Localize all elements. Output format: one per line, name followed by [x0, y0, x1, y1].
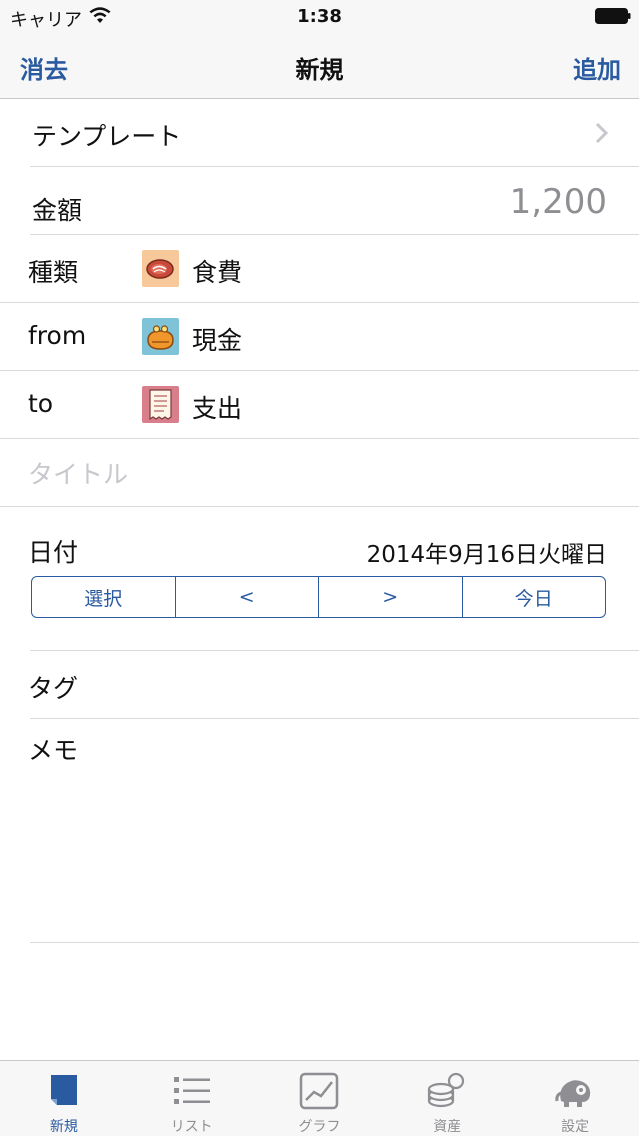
template-label: テンプレート — [32, 122, 182, 151]
receipt-icon — [142, 386, 179, 423]
to-label: to — [28, 389, 54, 418]
coins-icon — [428, 1072, 465, 1108]
date-row: 日付 2014年9月16日火曜日 — [0, 525, 639, 571]
coin-purse-icon — [142, 318, 179, 355]
date-label: 日付 — [28, 538, 79, 567]
date-segmented-control: 選択 < > 今日 — [31, 576, 606, 618]
tag-label: タグ — [28, 674, 79, 703]
tab-label: リスト — [170, 1119, 213, 1135]
to-value: 支出 — [192, 394, 243, 423]
tab-bar: 新規 リスト グラフ 資産 設定 — [0, 1060, 639, 1136]
battery-icon — [595, 8, 631, 24]
add-button[interactable]: 追加 — [573, 50, 621, 85]
from-label: from — [28, 321, 87, 350]
type-value: 食費 — [192, 258, 243, 287]
status-time: 1:38 — [297, 6, 342, 27]
tab-label: 新規 — [49, 1119, 78, 1135]
memo-label: メモ — [28, 736, 79, 765]
amount-row[interactable]: 金額 1,200 — [0, 167, 639, 235]
status-bar: キャリア 1:38 — [0, 0, 639, 36]
tab-settings[interactable]: 設定 — [511, 1061, 639, 1136]
tag-row[interactable]: タグ — [0, 651, 639, 719]
tab-label: 設定 — [561, 1119, 590, 1135]
type-label: 種類 — [28, 258, 79, 287]
type-row[interactable]: 種類 食費 — [0, 235, 639, 303]
select-date-button[interactable]: 選択 — [32, 577, 176, 617]
amount-value[interactable]: 1,200 — [510, 182, 607, 222]
new-entry-icon — [50, 1075, 77, 1105]
row-divider — [0, 506, 639, 507]
elephant-gear-icon — [555, 1080, 591, 1107]
tab-new[interactable]: 新規 — [0, 1061, 128, 1136]
chart-icon — [300, 1072, 339, 1110]
memo-row[interactable]: メモ — [0, 719, 639, 943]
today-button[interactable]: 今日 — [463, 577, 606, 617]
date-value[interactable]: 2014年9月16日火曜日 — [367, 535, 607, 569]
list-icon — [173, 1077, 210, 1104]
previous-day-button[interactable]: < — [176, 577, 319, 617]
tab-graph[interactable]: グラフ — [256, 1061, 384, 1136]
tab-label: グラフ — [298, 1119, 341, 1135]
tab-list[interactable]: リスト — [128, 1061, 256, 1136]
tab-label: 資産 — [433, 1119, 462, 1135]
meat-icon — [142, 250, 179, 287]
navigation-bar: 消去 新規 追加 — [0, 36, 639, 99]
from-value: 現金 — [192, 326, 243, 355]
to-row[interactable]: to 支出 — [0, 371, 639, 439]
title-input[interactable]: タイトル — [28, 455, 128, 491]
next-day-button[interactable]: > — [319, 577, 463, 617]
row-divider — [30, 942, 639, 943]
title-row[interactable]: タイトル — [0, 439, 639, 507]
template-row[interactable]: テンプレート — [0, 99, 639, 167]
tab-assets[interactable]: 資産 — [383, 1061, 511, 1136]
from-row[interactable]: from 現金 — [0, 303, 639, 371]
page-title: 新規 — [295, 56, 344, 84]
screen: キャリア 1:38 消去 新規 追加 テンプレート 金額 1,200 種類 食費… — [0, 0, 639, 1136]
amount-label: 金額 — [32, 196, 83, 225]
chevron-right-icon — [595, 122, 609, 144]
